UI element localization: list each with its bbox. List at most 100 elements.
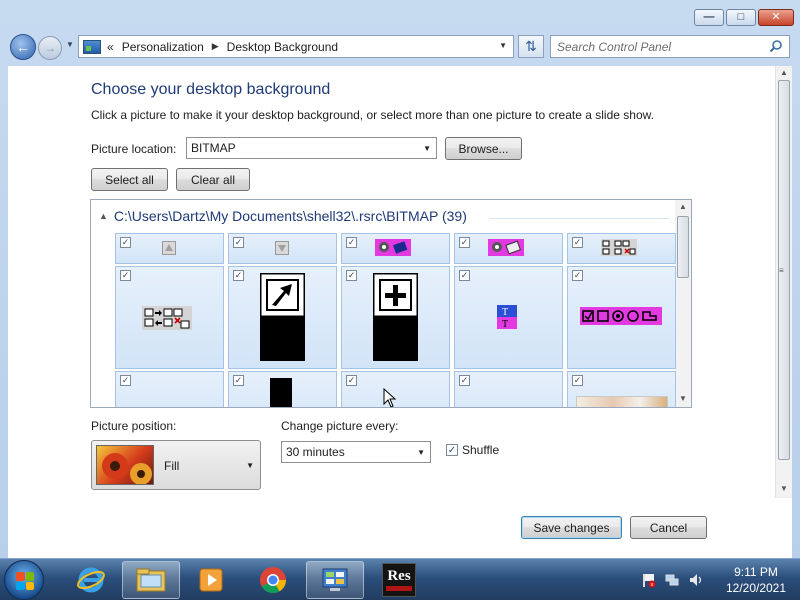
minimize-button[interactable]: — — [694, 9, 724, 26]
gallery-tile[interactable]: ✓ TT — [454, 266, 563, 369]
maximize-button[interactable]: □ — [726, 9, 756, 26]
down-arrow-bitmap-icon — [275, 241, 289, 255]
tile-checkbox[interactable]: ✓ — [459, 375, 470, 386]
clear-all-button[interactable]: Clear all — [176, 168, 250, 191]
picture-position-select[interactable]: Fill ▼ — [91, 440, 261, 490]
taskbar-windows-explorer[interactable] — [122, 561, 180, 599]
action-center-flag-icon[interactable]: x — [640, 572, 656, 588]
scroll-down-icon[interactable]: ▼ — [780, 484, 788, 493]
picture-position-label: Picture position: — [91, 419, 177, 433]
taskbar-media-player[interactable] — [182, 561, 240, 599]
clock-date: 12/20/2021 — [725, 581, 787, 595]
shuffle-checkbox[interactable]: ✓ — [446, 444, 458, 456]
gallery-tile[interactable]: ✓ — [567, 371, 676, 407]
tile-checkbox[interactable]: ✓ — [120, 270, 131, 281]
refresh-button[interactable]: ⇅ — [518, 35, 544, 58]
gallery-tile[interactable]: ✓ — [228, 371, 337, 407]
gallery-tile[interactable]: ✓ — [567, 233, 676, 264]
landscape-bitmap-icon — [576, 396, 668, 407]
tile-checkbox[interactable]: ✓ — [346, 237, 357, 248]
content-scrollbar[interactable]: ▲ ≡ ▼ — [775, 66, 792, 498]
group-header[interactable]: ▲ C:\Users\Dartz\My Documents\shell32\.r… — [99, 208, 467, 224]
tile-checkbox[interactable]: ✓ — [459, 237, 470, 248]
gallery-scrollbar-thumb[interactable] — [677, 216, 689, 278]
taskbar-chrome[interactable] — [244, 561, 302, 599]
tile-checkbox[interactable]: ✓ — [572, 270, 583, 281]
tile-checkbox[interactable]: ✓ — [572, 237, 583, 248]
close-button[interactable]: ✕ — [758, 9, 794, 26]
back-button[interactable]: ← — [10, 34, 36, 60]
windows-logo-icon — [16, 572, 34, 590]
resource-hacker-icon: Res — [382, 563, 416, 597]
breadcrumb-desktop-background[interactable]: Desktop Background — [227, 40, 338, 54]
change-interval-select[interactable]: 30 minutes ▼ — [281, 441, 431, 463]
flower-thumbnail-icon — [96, 445, 154, 485]
tile-checkbox[interactable]: ✓ — [346, 375, 357, 386]
chevron-right-icon[interactable]: ▶ — [212, 41, 219, 52]
tile-checkbox[interactable]: ✓ — [233, 270, 244, 281]
gallery-tile[interactable]: ✓ — [115, 233, 224, 264]
picture-position-value: Fill — [164, 459, 180, 473]
gallery-tile[interactable]: ✓ — [115, 371, 224, 407]
search-input[interactable] — [551, 36, 761, 57]
gallery-tile[interactable]: ✓ — [454, 233, 563, 264]
gallery-tile[interactable]: ✓ — [341, 371, 450, 407]
breadcrumb-overflow[interactable]: « — [107, 40, 114, 54]
clock[interactable]: 9:11 PM 12/20/2021 — [716, 564, 796, 596]
caption-buttons: — □ ✕ — [694, 9, 794, 26]
tile-checkbox[interactable]: ✓ — [233, 375, 244, 386]
tile-checkbox[interactable]: ✓ — [233, 237, 244, 248]
gallery-tile[interactable]: ✓ — [115, 266, 224, 369]
tile-checkbox[interactable]: ✓ — [120, 375, 131, 386]
tile-checkbox[interactable]: ✓ — [346, 270, 357, 281]
scroll-up-icon[interactable]: ▲ — [780, 68, 788, 77]
chevron-down-icon: ▼ — [417, 448, 425, 457]
start-button[interactable] — [4, 560, 44, 600]
cancel-button[interactable]: Cancel — [630, 516, 707, 539]
scroll-down-icon[interactable]: ▼ — [679, 394, 687, 403]
gallery-tile[interactable]: ✓ — [228, 233, 337, 264]
svg-text:x: x — [651, 582, 654, 588]
recent-pages-dropdown[interactable]: ▼ — [66, 40, 74, 49]
scroll-up-icon[interactable]: ▲ — [679, 202, 687, 211]
navigation-bar: ← → ▼ « Personalization ▶ Desktop Backgr… — [0, 32, 800, 62]
gallery-tile[interactable]: ✓ — [341, 233, 450, 264]
breadcrumb-personalization[interactable]: Personalization — [122, 40, 204, 54]
system-tray: x 9:11 PM 12/20/2021 — [632, 559, 796, 600]
picture-location-label: Picture location: — [91, 142, 177, 156]
collapse-triangle-icon[interactable]: ▲ — [99, 211, 108, 221]
plus-overlay-bitmap-icon — [371, 271, 420, 361]
select-all-button[interactable]: Select all — [91, 168, 168, 191]
search-icon[interactable] — [769, 39, 783, 53]
browse-button[interactable]: Browse... — [445, 137, 522, 160]
gallery-tile[interactable]: ✓ — [567, 266, 676, 369]
change-interval-value: 30 minutes — [286, 445, 345, 459]
chevron-down-icon: ▼ — [246, 461, 254, 470]
tile-checkbox[interactable]: ✓ — [459, 270, 470, 281]
up-arrow-bitmap-icon — [162, 241, 176, 255]
gallery-scrollbar[interactable]: ▲ ▼ — [675, 200, 691, 407]
tile-checkbox[interactable]: ✓ — [572, 375, 583, 386]
forward-button[interactable]: → — [38, 36, 62, 60]
address-dropdown-icon[interactable]: ▼ — [499, 41, 507, 50]
gallery-tile[interactable]: ✓ — [228, 266, 337, 369]
taskbar-control-panel[interactable] — [306, 561, 364, 599]
network-icon[interactable] — [664, 572, 680, 588]
magenta-toolbar-bitmap-icon — [375, 239, 411, 256]
gallery-tile[interactable]: ✓ — [341, 266, 450, 369]
address-bar[interactable]: « Personalization ▶ Desktop Background ▼ — [78, 35, 514, 58]
volume-icon[interactable] — [688, 572, 704, 588]
taskbar-internet-explorer[interactable] — [62, 561, 120, 599]
control-panel-icon — [83, 39, 101, 54]
picture-location-select[interactable]: BITMAP ▼ — [186, 137, 437, 159]
tile-checkbox[interactable]: ✓ — [120, 237, 131, 248]
search-box[interactable] — [550, 35, 790, 58]
taskbar-resource-hacker[interactable]: Res — [370, 561, 428, 599]
save-changes-button[interactable]: Save changes — [521, 516, 622, 539]
svg-text:T: T — [502, 307, 508, 318]
shuffle-label[interactable]: Shuffle — [462, 443, 499, 457]
clock-time: 9:11 PM — [734, 565, 778, 579]
control-panel-icon — [322, 568, 348, 591]
page-description: Click a picture to make it your desktop … — [91, 108, 654, 122]
gallery-tile[interactable]: ✓ — [454, 371, 563, 407]
